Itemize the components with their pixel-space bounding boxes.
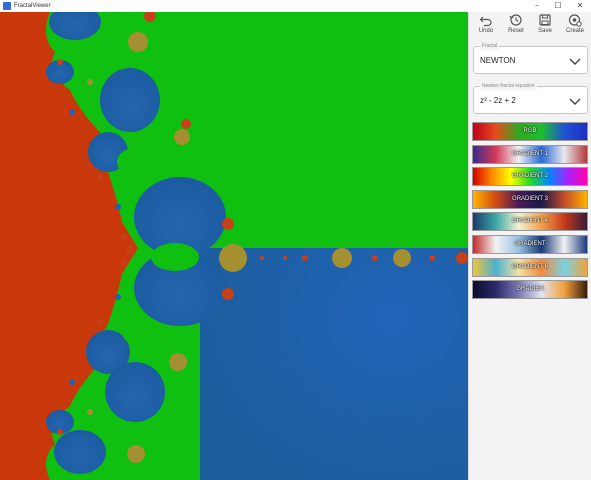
fractal-select-label: Fractal xyxy=(480,42,500,50)
boundary-speck xyxy=(69,109,75,115)
gradient-label: GRADIENT 4 xyxy=(512,218,548,224)
chevron-down-icon xyxy=(568,53,582,67)
boundary-speck xyxy=(121,234,127,240)
gradient-label: GRADIEN xyxy=(516,286,544,292)
undo-button[interactable]: Undo xyxy=(472,13,500,39)
boundary-speck xyxy=(87,79,93,85)
create-icon xyxy=(561,13,589,27)
junction-blob xyxy=(372,255,378,261)
reset-icon xyxy=(502,13,530,27)
boundary-speck xyxy=(121,259,127,265)
gradient-label: GRADIENT xyxy=(514,241,546,247)
toolbar: Undo Reset Save Create xyxy=(469,12,591,40)
junction-blob xyxy=(393,249,411,267)
junction-blob xyxy=(302,255,308,261)
gradient-button[interactable]: GRADIENT xyxy=(472,235,588,254)
gradient-button[interactable]: GRADIENT 1 xyxy=(472,145,588,164)
junction-blob xyxy=(222,218,234,230)
gradient-label: GRADIENT 1 xyxy=(512,151,548,157)
boundary-speck xyxy=(97,174,103,180)
create-button[interactable]: Create xyxy=(561,13,589,39)
boundary-speck xyxy=(97,319,103,325)
undo-icon xyxy=(472,13,500,27)
junction-blob xyxy=(260,256,264,260)
gradient-button[interactable]: GRADIENT 3 xyxy=(472,190,588,209)
gradient-button[interactable]: GRADIENT 2 xyxy=(472,167,588,186)
boundary-speck xyxy=(115,294,121,300)
gradient-button[interactable]: RGB xyxy=(472,122,588,141)
gradient-button[interactable]: GRADIENT 6 xyxy=(472,258,588,277)
boundary-speck xyxy=(57,59,63,65)
save-button[interactable]: Save xyxy=(531,13,559,39)
reset-button[interactable]: Reset xyxy=(502,13,530,39)
junction-blob xyxy=(429,255,435,261)
equation-select-value: z³ - 2z + 2 xyxy=(480,96,516,105)
junction-blob xyxy=(283,256,287,260)
gradient-label: RGB xyxy=(523,128,537,134)
green-lobe xyxy=(151,243,199,271)
boundary-speck xyxy=(87,409,93,415)
create-label: Create xyxy=(565,28,584,34)
undo-label: Undo xyxy=(478,28,494,34)
gradient-label: GRADIENT 6 xyxy=(512,264,548,270)
fractal-select-value: NEWTON xyxy=(480,56,516,65)
junction-blob xyxy=(181,119,191,129)
maximize-button[interactable]: ☐ xyxy=(547,0,569,12)
chevron-down-icon xyxy=(568,93,582,107)
junction-blob xyxy=(219,244,247,272)
reset-label: Reset xyxy=(508,28,524,34)
gradient-label: GRADIENT 3 xyxy=(512,196,548,202)
green-lobe xyxy=(117,148,153,176)
gradient-button[interactable]: GRADIEN xyxy=(472,280,588,299)
blue-bulb xyxy=(105,362,165,422)
junction-blob xyxy=(332,248,352,268)
boundary-speck xyxy=(69,379,75,385)
blue-bulb xyxy=(100,68,160,132)
gradient-label: GRADIENT 2 xyxy=(512,173,548,179)
app-icon xyxy=(3,2,11,10)
side-panel: Undo Reset Save Create Fractal NEWTON Ne… xyxy=(468,12,591,480)
save-label: Save xyxy=(538,28,552,34)
junction-blob xyxy=(174,129,190,145)
blue-bulb xyxy=(54,430,106,474)
fractal-image[interactable] xyxy=(0,12,468,480)
equation-select-label: Newton fractal equation xyxy=(480,82,537,90)
gradient-button[interactable]: GRADIENT 4 xyxy=(472,212,588,231)
green-lobe xyxy=(122,318,158,346)
blue-basin xyxy=(200,248,468,480)
title-bar: FractalViewer – ☐ ✕ xyxy=(0,0,591,12)
junction-blob xyxy=(126,246,134,254)
fractal-select[interactable]: Fractal NEWTON xyxy=(473,42,588,74)
junction-blob xyxy=(128,32,148,52)
junction-blob xyxy=(127,445,145,463)
junction-blob xyxy=(169,353,187,371)
junction-blob xyxy=(222,288,234,300)
fractal-canvas[interactable] xyxy=(0,12,468,480)
save-icon xyxy=(531,13,559,27)
equation-select[interactable]: Newton fractal equation z³ - 2z + 2 xyxy=(473,82,588,114)
boundary-speck xyxy=(115,204,121,210)
boundary-speck xyxy=(57,429,63,435)
minimize-button[interactable]: – xyxy=(526,0,548,12)
junction-blob xyxy=(456,252,468,264)
close-button[interactable]: ✕ xyxy=(569,0,591,12)
window-title: FractalViewer xyxy=(14,3,51,9)
